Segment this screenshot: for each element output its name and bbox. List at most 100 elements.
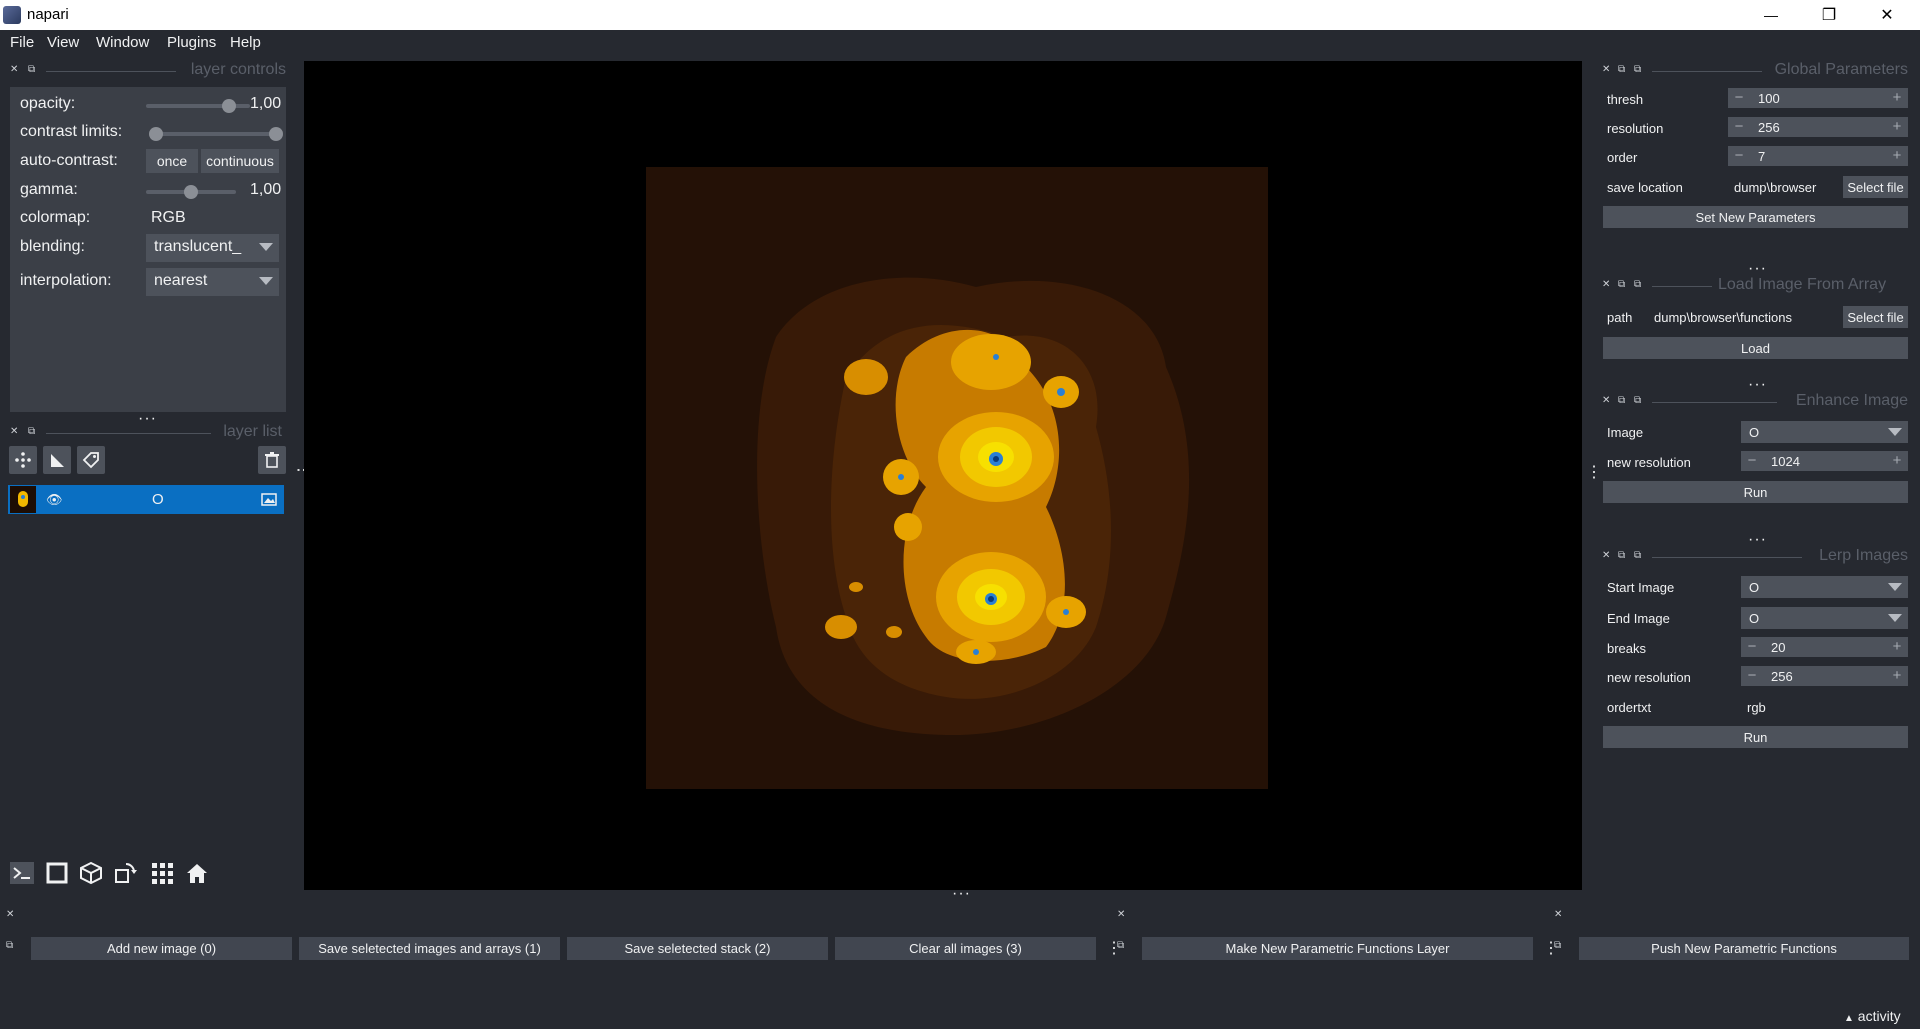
menu-window[interactable]: Window <box>96 34 149 51</box>
minus-icon[interactable]: − <box>1741 451 1763 471</box>
dock-float-icon[interactable]: ⧉ <box>1618 550 1625 561</box>
new-labels-layer-button[interactable] <box>77 446 105 474</box>
path-field[interactable]: dump\browser\functions <box>1648 306 1836 328</box>
close-button[interactable]: ✕ <box>1864 0 1910 30</box>
menu-view[interactable]: View <box>47 34 79 51</box>
roll-dims-button[interactable] <box>111 859 139 887</box>
minus-icon[interactable]: − <box>1728 146 1750 166</box>
new-points-layer-button[interactable] <box>9 446 37 474</box>
menu-file[interactable]: File <box>10 34 34 51</box>
ordertxt-field[interactable]: rgb <box>1741 696 1908 718</box>
dock-close-icon[interactable]: ✕ <box>1602 64 1610 75</box>
chevron-down-icon <box>1888 614 1902 622</box>
minimize-button[interactable]: — <box>1748 0 1794 30</box>
dock-close-icon[interactable]: ✕ <box>1602 395 1610 406</box>
resolution-spinbox[interactable]: −256 + <box>1728 117 1908 137</box>
dock-detach-icon[interactable]: ⧉ <box>1634 395 1641 406</box>
enhance-run-button[interactable]: Run <box>1603 481 1908 503</box>
blending-select[interactable]: translucent_ <box>146 234 279 262</box>
add-new-image-button[interactable]: Add new image (0) <box>31 937 292 960</box>
dock-float-icon[interactable]: ⧉ <box>1554 940 1561 951</box>
gamma-slider[interactable] <box>146 185 250 199</box>
thresh-value: 100 <box>1758 91 1780 106</box>
start-image-select[interactable]: O <box>1741 576 1908 598</box>
select-file-button[interactable]: Select file <box>1843 306 1908 328</box>
load-image-title: Load Image From Array <box>1718 276 1887 293</box>
plus-icon[interactable]: + <box>1886 637 1908 657</box>
make-parametric-layer-button[interactable]: Make New Parametric Functions Layer <box>1142 937 1533 960</box>
maximize-icon: ❐ <box>1821 7 1837 24</box>
auto-contrast-continuous-button[interactable]: continuous <box>201 149 279 173</box>
dock-float-icon[interactable]: ⧉ <box>28 64 35 75</box>
lerp-run-button[interactable]: Run <box>1603 726 1908 748</box>
dock-close-icon[interactable]: ✕ <box>1602 279 1610 290</box>
enhance-resolution-spinbox[interactable]: −1024 + <box>1741 451 1908 471</box>
chevron-down-icon <box>259 277 273 285</box>
thresh-spinbox[interactable]: −100 + <box>1728 88 1908 108</box>
dock-float-icon[interactable]: ⧉ <box>1618 64 1625 75</box>
dock-float-icon[interactable]: ⧉ <box>1618 279 1625 290</box>
plus-icon[interactable]: + <box>1886 451 1908 471</box>
plus-icon[interactable]: + <box>1886 117 1908 137</box>
contrast-min-handle[interactable] <box>149 127 163 141</box>
activity-button[interactable]: ▲ activity <box>1844 1008 1901 1024</box>
menu-plugins[interactable]: Plugins <box>167 34 216 51</box>
layer-row[interactable]: 👁 O <box>8 485 284 514</box>
minus-icon[interactable]: − <box>1728 117 1750 137</box>
interpolation-select[interactable]: nearest <box>146 268 279 296</box>
dock-float-icon[interactable]: ⧉ <box>1117 940 1124 951</box>
minus-icon[interactable]: − <box>1741 637 1763 657</box>
lerp-resolution-spinbox[interactable]: −256 + <box>1741 666 1908 686</box>
dock-close-icon[interactable]: ✕ <box>6 909 14 920</box>
delete-layer-button[interactable] <box>258 446 286 474</box>
dock-close-icon[interactable]: ✕ <box>1554 909 1562 920</box>
order-spinbox[interactable]: −7 + <box>1728 146 1908 166</box>
opacity-slider-handle[interactable] <box>222 99 236 113</box>
save-stack-button[interactable]: Save seletected stack (2) <box>567 937 828 960</box>
clear-all-images-button[interactable]: Clear all images (3) <box>835 937 1096 960</box>
dock-detach-icon[interactable]: ⧉ <box>1634 279 1641 290</box>
home-button[interactable] <box>183 859 211 887</box>
console-button[interactable] <box>8 859 36 887</box>
dock-close-icon[interactable]: ✕ <box>1602 550 1610 561</box>
minus-icon[interactable]: − <box>1728 88 1750 108</box>
dock-splitter-right[interactable]: ⋮ <box>1586 462 1603 482</box>
save-images-button[interactable]: Save seletected images and arrays (1) <box>299 937 560 960</box>
set-new-parameters-button[interactable]: Set New Parameters <box>1603 206 1908 228</box>
dock-close-icon[interactable]: ✕ <box>1117 909 1125 920</box>
plus-icon[interactable]: + <box>1886 666 1908 686</box>
eye-icon[interactable]: 👁 <box>46 492 63 508</box>
square-icon <box>46 862 68 884</box>
end-image-select[interactable]: O <box>1741 607 1908 629</box>
save-location-field[interactable]: dump\browser <box>1728 176 1836 198</box>
auto-contrast-once-button[interactable]: once <box>146 149 198 173</box>
dock-float-icon[interactable]: ⧉ <box>28 426 35 437</box>
breaks-spinbox[interactable]: −20 + <box>1741 637 1908 657</box>
plus-icon[interactable]: + <box>1886 146 1908 166</box>
dock-float-icon[interactable]: ⧉ <box>6 940 13 951</box>
new-shapes-layer-button[interactable] <box>43 446 71 474</box>
push-parametric-functions-button[interactable]: Push New Parametric Functions <box>1579 937 1909 960</box>
grid-view-button[interactable] <box>148 859 176 887</box>
gamma-slider-handle[interactable] <box>184 185 198 199</box>
menu-help[interactable]: Help <box>230 34 261 51</box>
points-icon <box>15 452 31 468</box>
dock-close-icon[interactable]: ✕ <box>10 426 18 437</box>
select-file-button[interactable]: Select file <box>1843 176 1908 198</box>
dock-float-icon[interactable]: ⧉ <box>1618 395 1625 406</box>
dock-close-icon[interactable]: ✕ <box>10 64 18 75</box>
3d-view-button[interactable] <box>77 859 105 887</box>
ndisplay-button[interactable] <box>43 859 71 887</box>
load-button[interactable]: Load <box>1603 337 1908 359</box>
minus-icon[interactable]: − <box>1741 666 1763 686</box>
contrast-max-handle[interactable] <box>269 127 283 141</box>
opacity-slider[interactable] <box>146 99 250 113</box>
contrast-limits-slider[interactable] <box>149 127 283 141</box>
dock-detach-icon[interactable]: ⧉ <box>1634 64 1641 75</box>
dock-detach-icon[interactable]: ⧉ <box>1634 550 1641 561</box>
layer-name[interactable]: O <box>152 491 164 508</box>
maximize-button[interactable]: ❐ <box>1806 0 1852 30</box>
image-select[interactable]: O <box>1741 421 1908 443</box>
splitter-handle-bottom[interactable]: ··· <box>952 885 971 903</box>
plus-icon[interactable]: + <box>1886 88 1908 108</box>
